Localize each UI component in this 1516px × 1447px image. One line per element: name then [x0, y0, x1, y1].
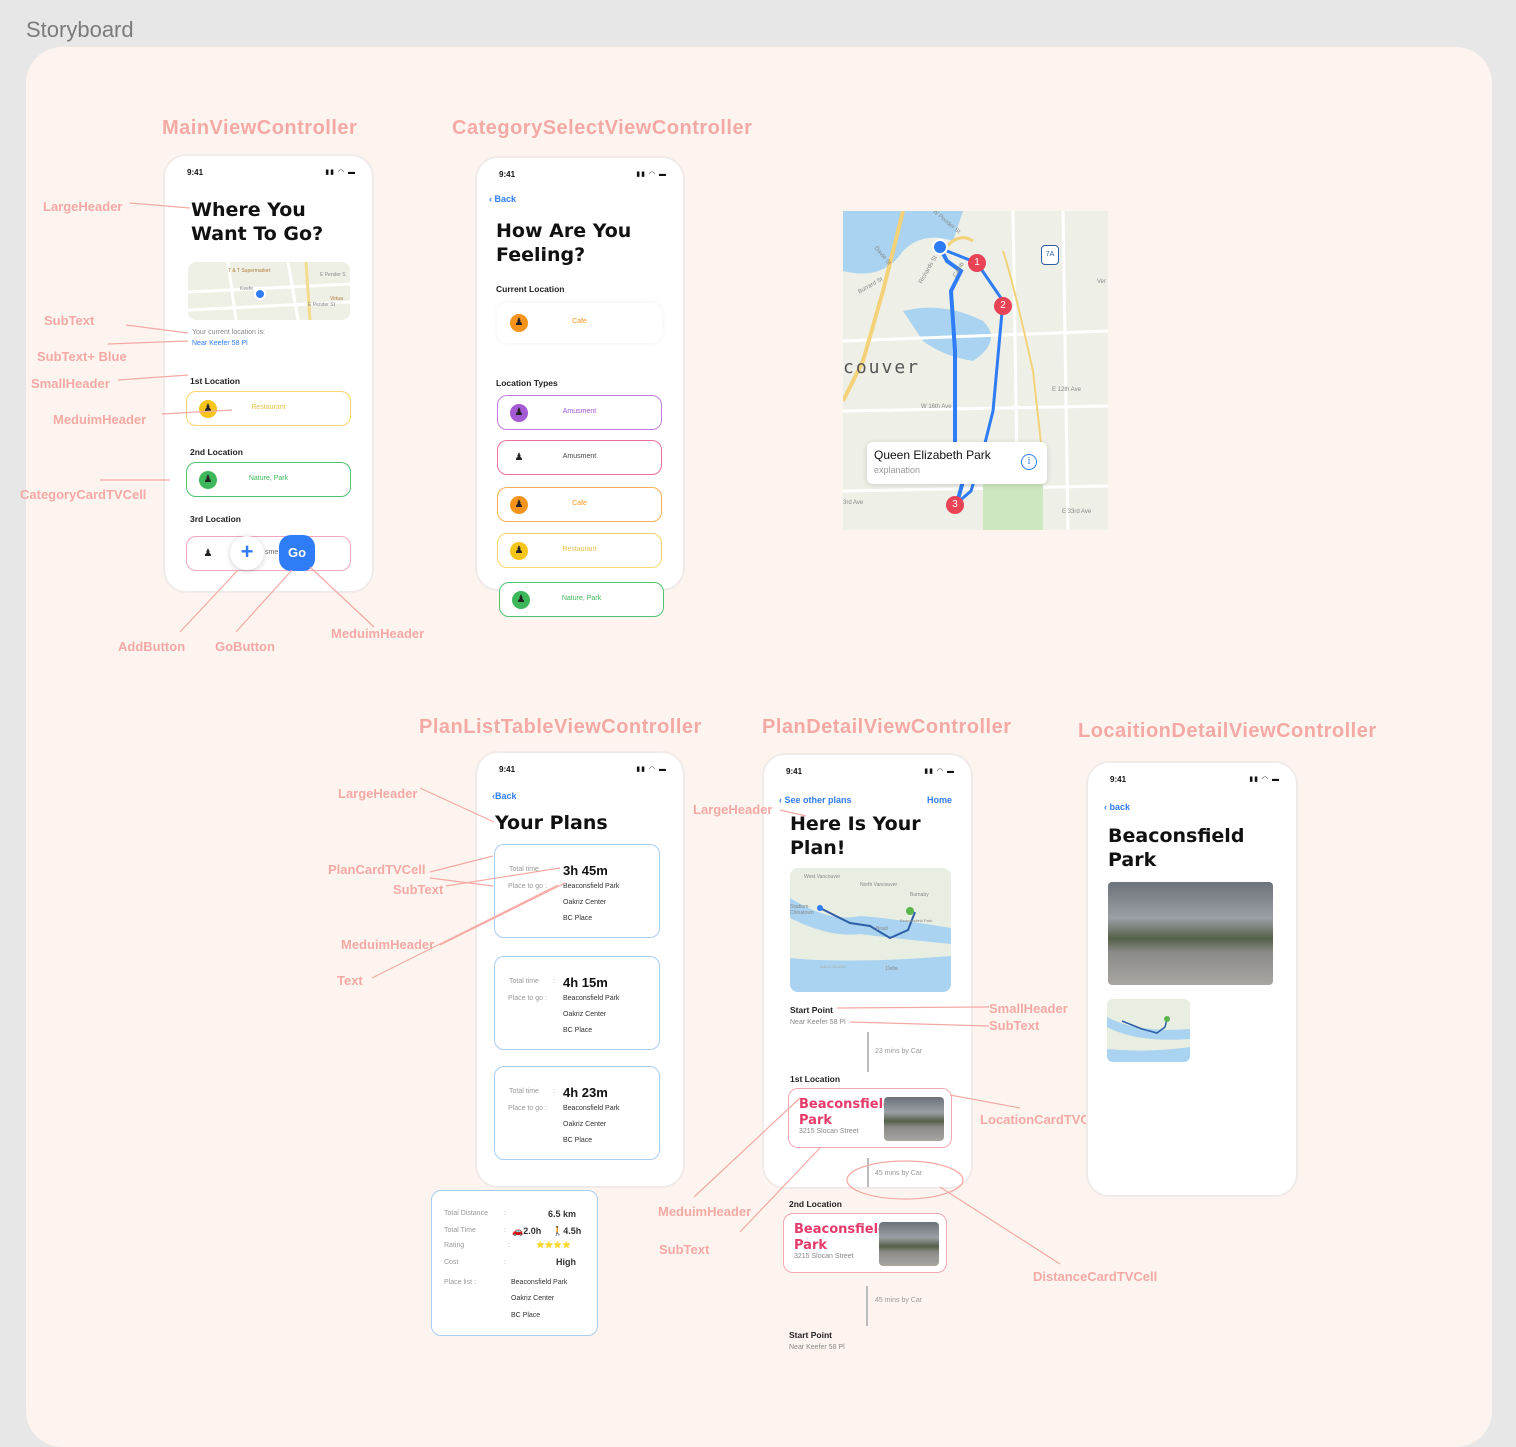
annotation-arrows	[100, 202, 1061, 1265]
